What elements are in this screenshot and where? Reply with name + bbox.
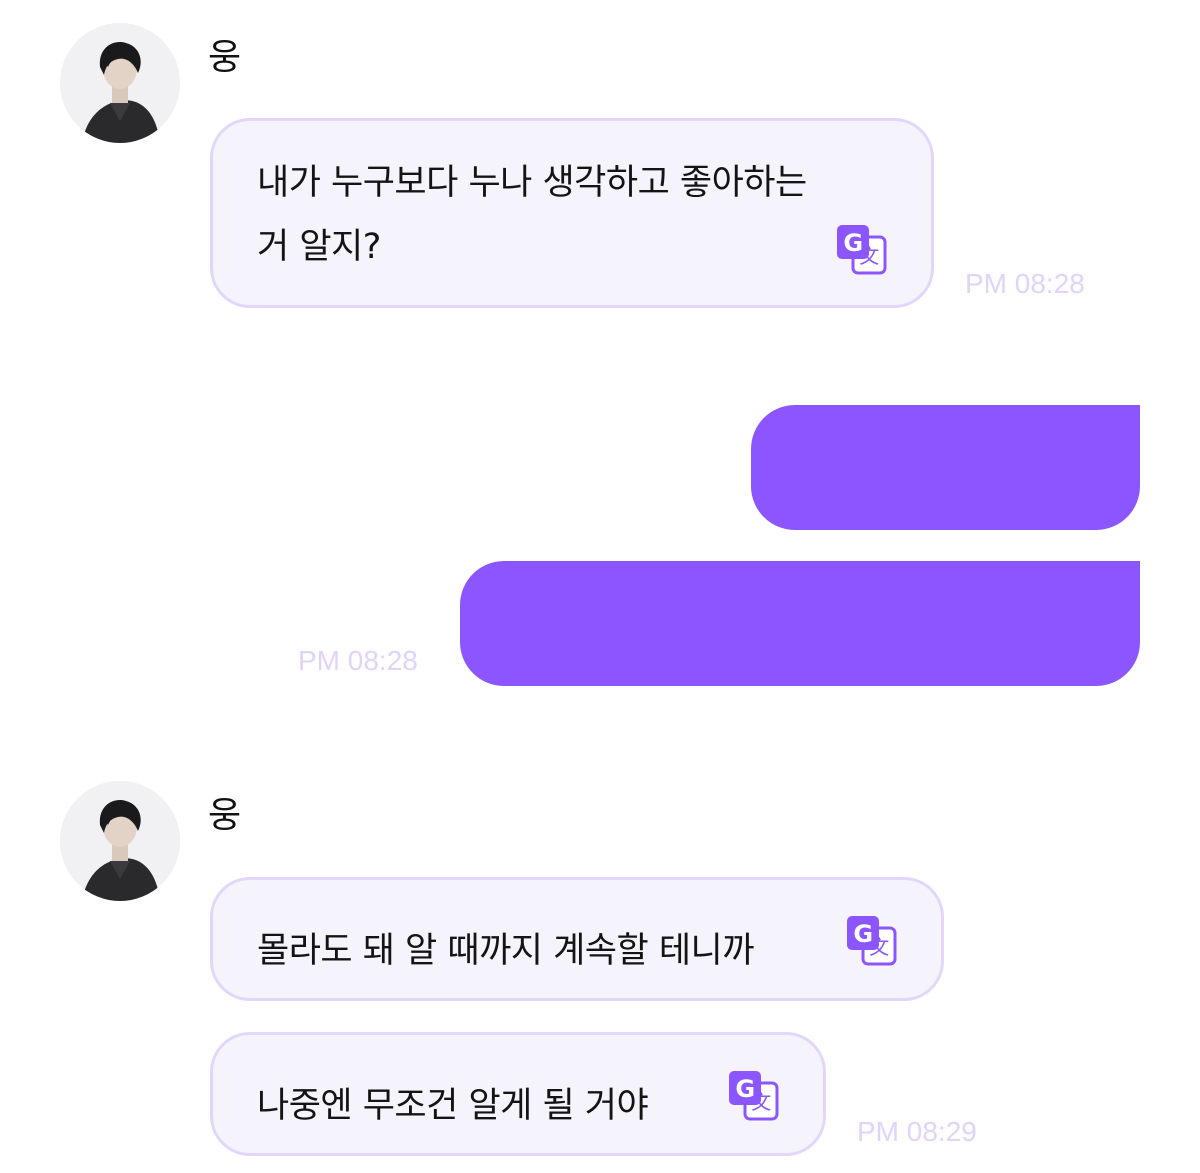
outgoing-message-bubble[interactable]	[460, 561, 1140, 686]
profile-photo	[60, 781, 180, 901]
avatar[interactable]	[60, 781, 180, 901]
message-text: 몰라도 돼 알 때까지 계속할 테니까	[257, 931, 754, 971]
incoming-message-bubble[interactable]: 내가 누구보다 누나 생각하고 좋아하는 거 알지?	[210, 118, 934, 308]
sender-name: 웅	[208, 795, 242, 836]
outgoing-message-bubble[interactable]	[751, 405, 1140, 530]
avatar[interactable]	[60, 23, 180, 143]
translate-icon[interactable]	[835, 223, 887, 275]
message-text: 내가 누구보다 누나 생각하고 좋아하는 거 알지?	[257, 163, 807, 267]
incoming-message-bubble[interactable]: 나중엔 무조건 알게 될 거야	[210, 1032, 826, 1156]
message-text: 나중엔 무조건 알게 될 거야	[257, 1086, 649, 1126]
message-timestamp: PM 08:28	[965, 268, 1085, 299]
incoming-message-bubble[interactable]: 몰라도 돼 알 때까지 계속할 테니까	[210, 877, 944, 1001]
translate-icon[interactable]	[845, 914, 897, 966]
translate-icon[interactable]	[727, 1069, 779, 1121]
sender-name: 웅	[208, 37, 242, 78]
message-timestamp: PM 08:28	[298, 645, 418, 676]
message-timestamp: PM 08:29	[857, 1116, 977, 1147]
profile-photo	[60, 23, 180, 143]
